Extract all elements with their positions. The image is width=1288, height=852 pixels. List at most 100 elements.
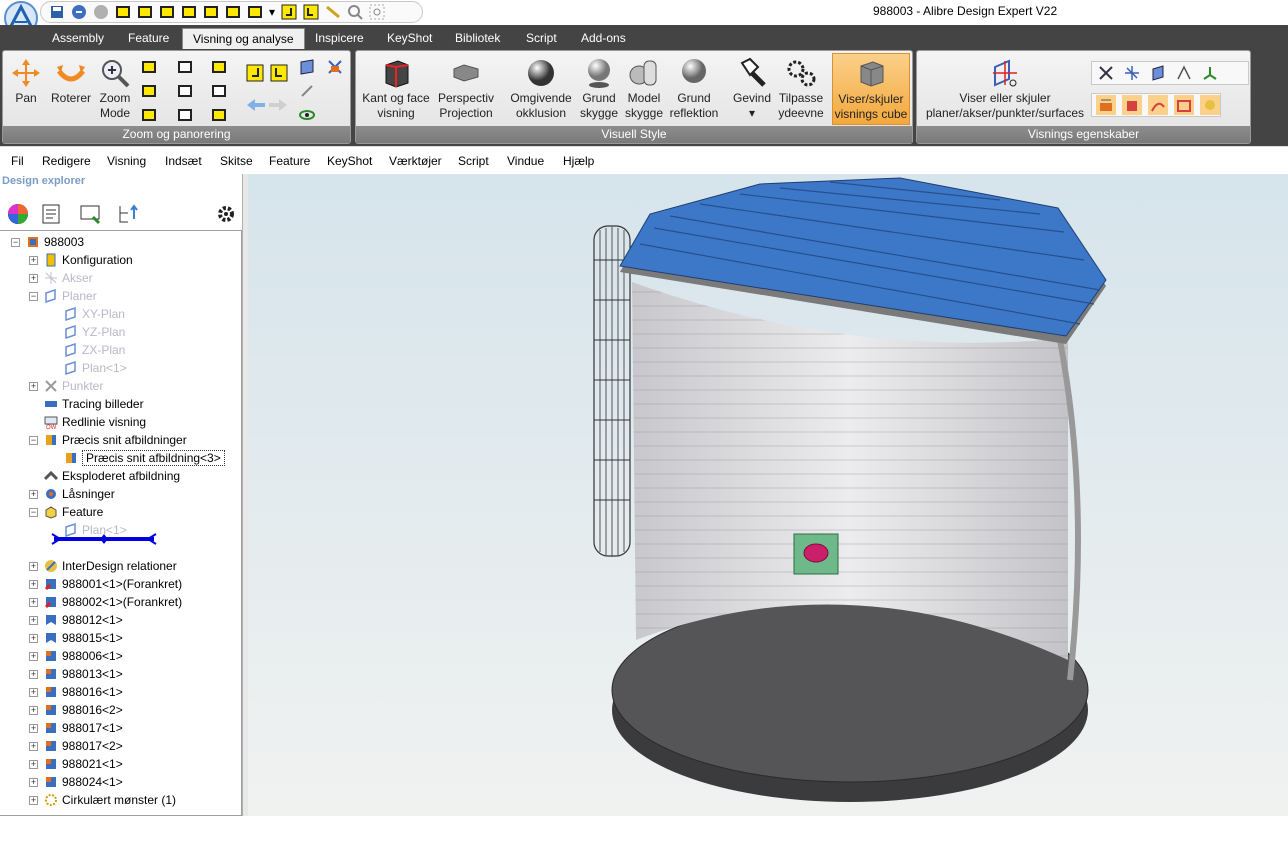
tree-node[interactable]: 988012<1> — [44, 611, 123, 629]
toggle-planes-axes-button[interactable]: Viser eller skjuler planer/akser/punkter… — [921, 57, 1089, 121]
tree-node[interactable]: Eksploderet afbildning — [43, 467, 180, 485]
view-normal-icon[interactable] — [209, 105, 229, 125]
previous-next-view-icon[interactable] — [245, 95, 289, 115]
tree-node[interactable]: 988003 — [26, 233, 84, 251]
tree-expander[interactable]: + — [29, 778, 38, 787]
tab-inspicere[interactable]: Inspicere — [305, 28, 374, 49]
hide-axes-icon[interactable] — [1122, 63, 1142, 83]
tree-node[interactable]: 988001<1>(Forankret) — [44, 575, 182, 593]
tree-expander[interactable]: + — [29, 652, 38, 661]
3d-viewport[interactable] — [248, 174, 1288, 816]
tree-expander[interactable]: + — [29, 382, 38, 391]
ambient-occlusion-button[interactable]: Omgivende okklusion — [508, 57, 574, 121]
tree-hierarchy-icon[interactable] — [115, 202, 139, 226]
view-iso-icon[interactable] — [139, 57, 159, 77]
tree-expander[interactable]: + — [29, 256, 38, 265]
tree-node[interactable]: 988021<1> — [44, 755, 123, 773]
tree-expander[interactable]: + — [29, 724, 38, 733]
tab-visning-og-analyse[interactable]: Visning og analyse — [182, 28, 305, 49]
show-curves-icon[interactable] — [1148, 95, 1168, 115]
tab-add-ons[interactable]: Add-ons — [571, 28, 636, 49]
menu-script[interactable]: Script — [458, 154, 489, 168]
menu-vindue[interactable]: Vindue — [507, 154, 544, 168]
dropdown-arrow-icon[interactable]: ▾ — [267, 3, 277, 21]
menu-skitse[interactable]: Skitse — [220, 154, 253, 168]
tree-node[interactable]: InterDesign relationer — [44, 557, 177, 575]
rollback-marker[interactable] — [50, 533, 158, 545]
show-3d-sketch-icon[interactable] — [1174, 95, 1194, 115]
tree-node[interactable]: Feature — [44, 503, 103, 521]
clear-view-icon[interactable] — [325, 57, 345, 77]
tree-expander[interactable]: + — [29, 616, 38, 625]
measure-icon[interactable] — [323, 3, 343, 21]
view-cube-icon[interactable] — [113, 3, 133, 21]
menu-redigere[interactable]: Redigere — [42, 154, 91, 168]
tree-node[interactable]: 988006<1> — [44, 647, 123, 665]
hide-points-icon[interactable] — [1096, 63, 1116, 83]
tree-node[interactable]: Cirkulært mønster (1) — [44, 791, 176, 809]
tree-node[interactable]: OW Redlinie visning — [44, 413, 146, 431]
tree-expander[interactable]: + — [29, 634, 38, 643]
view-top-icon[interactable] — [223, 3, 243, 21]
tree-node[interactable]: Låsninger — [44, 485, 115, 503]
tree-expander[interactable]: + — [29, 706, 38, 715]
menu-fil[interactable]: Fil — [11, 154, 24, 168]
save-icon[interactable] — [47, 3, 67, 21]
view-left-icon[interactable] — [179, 3, 199, 21]
tree-node[interactable]: Præcis snit afbildninger — [44, 431, 187, 449]
arrow-down-left-icon[interactable] — [245, 63, 265, 83]
tab-script[interactable]: Script — [516, 28, 567, 49]
view-back-icon[interactable] — [157, 3, 177, 21]
arrow-down-right-icon[interactable] — [269, 63, 289, 83]
tree-expander[interactable]: + — [29, 670, 38, 679]
view-right-icon[interactable] — [201, 3, 221, 21]
menu-feature[interactable]: Feature — [269, 154, 310, 168]
tree-node[interactable]: 988024<1> — [44, 773, 123, 791]
menu-hjaelp[interactable]: Hjælp — [563, 154, 594, 168]
tree-node[interactable]: Punkter — [44, 377, 103, 395]
view-right-icon[interactable] — [139, 81, 159, 101]
tree-expander[interactable]: + — [29, 580, 38, 589]
zoom-mode-button[interactable]: Zoom Mode — [95, 57, 135, 121]
show-all-icon[interactable] — [1200, 95, 1220, 115]
edge-face-display-button[interactable]: Kant og face visning — [360, 57, 432, 121]
tree-node[interactable]: Konfiguration — [44, 251, 133, 269]
view-left-icon[interactable] — [175, 81, 195, 101]
perspective-projection-button[interactable]: Perspectiv Projection — [434, 57, 498, 121]
pan-button[interactable]: Pan — [9, 57, 43, 106]
properties-list-icon[interactable] — [40, 202, 64, 226]
arrow-down-right-icon[interactable] — [301, 3, 321, 21]
undo-icon[interactable] — [69, 3, 89, 21]
tree-expander[interactable]: + — [29, 562, 38, 571]
tree-expander[interactable]: − — [11, 238, 20, 247]
tree-node[interactable]: 988017<2> — [44, 737, 123, 755]
hide-sketches-icon[interactable] — [1174, 63, 1194, 83]
tree-expander[interactable]: + — [29, 796, 38, 805]
tree-node[interactable]: Planer — [44, 287, 97, 305]
tree-node[interactable]: 988016<1> — [44, 683, 123, 701]
view-plane-icon[interactable] — [297, 57, 317, 77]
menu-visning[interactable]: Visning — [107, 154, 146, 168]
view-cube-toggle-button[interactable]: Viser/skjuler visnings cube — [832, 53, 910, 125]
ground-reflection-button[interactable]: Grund reflektion — [668, 57, 720, 121]
show-reference-icon[interactable] — [1096, 95, 1116, 115]
tree-node[interactable]: 988017<1> — [44, 719, 123, 737]
tree-node[interactable]: Akser — [44, 269, 93, 287]
tree-node[interactable]: Plan<1> — [64, 359, 127, 377]
tree-node[interactable]: 988016<2> — [44, 701, 123, 719]
tab-keyshot[interactable]: KeyShot — [377, 28, 442, 49]
view-front-icon[interactable] — [135, 3, 155, 21]
tree-expander[interactable]: + — [29, 742, 38, 751]
view-back-icon[interactable] — [139, 105, 159, 125]
screen-capture-icon[interactable] — [78, 202, 102, 226]
tab-bibliotek[interactable]: Bibliotek — [445, 28, 510, 49]
color-wheel-icon[interactable] — [6, 202, 30, 226]
view-side-icon[interactable] — [175, 105, 195, 125]
tree-node[interactable]: YZ-Plan — [64, 323, 125, 341]
tree-node[interactable]: Tracing billeder — [44, 395, 144, 413]
orbit-icon[interactable] — [297, 81, 317, 101]
view-front-icon[interactable] — [175, 57, 195, 77]
tree-expander[interactable]: + — [29, 274, 38, 283]
tree-expander[interactable]: + — [29, 490, 38, 499]
view-bottom-icon[interactable] — [209, 81, 229, 101]
